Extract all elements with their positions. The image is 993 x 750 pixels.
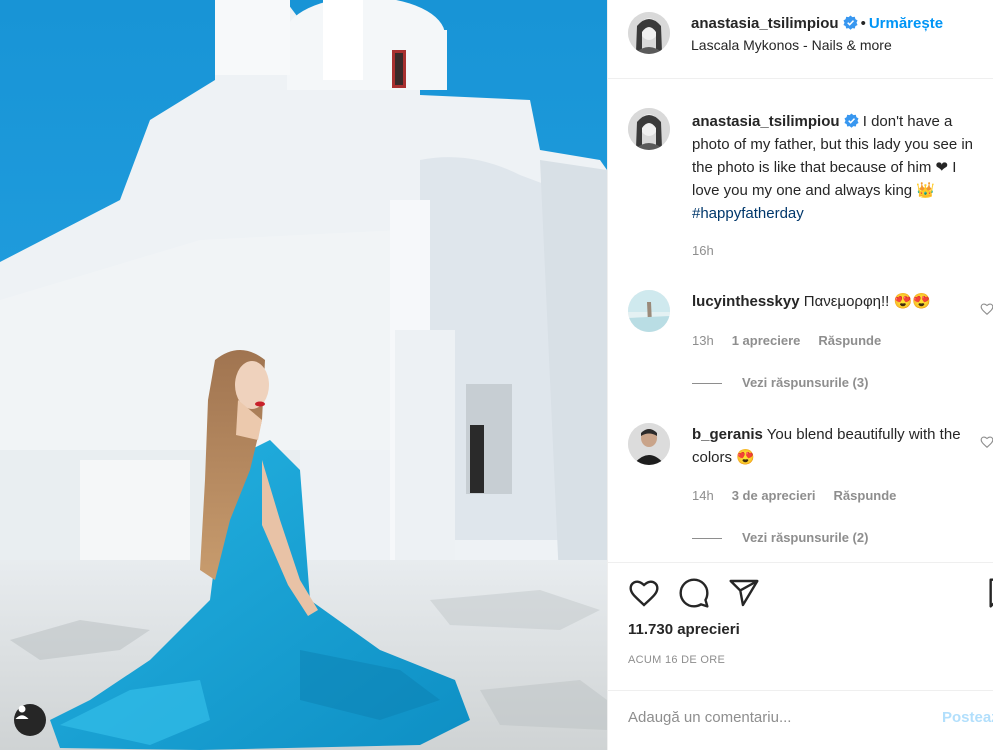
caption-time[interactable]: 16h xyxy=(692,243,714,258)
comment-body: Πανεμορφη!! 😍😍 xyxy=(803,293,931,310)
comment-username[interactable]: b_geranis xyxy=(692,426,763,443)
post-header: anastasia_tsilimpiou • Urmărește Lascala M… xyxy=(608,0,993,79)
comment-meta: 13h 1 apreciere Răspunde xyxy=(692,333,899,348)
heart-icon[interactable] xyxy=(980,435,993,449)
replies-line xyxy=(692,538,722,540)
replies-line xyxy=(692,383,722,385)
reply-button[interactable]: Răspunde xyxy=(818,333,881,348)
posted-time[interactable]: ACUM 16 DE ORE xyxy=(628,654,725,666)
comment-time[interactable]: 14h xyxy=(692,488,714,503)
caption-hashtag[interactable]: #happyfatherday xyxy=(692,205,804,222)
caption-username[interactable]: anastasia_tsilimpiou xyxy=(692,113,840,130)
post-location[interactable]: Lascala Mykonos - Nails & more xyxy=(691,37,892,53)
user-tag-icon xyxy=(15,705,29,719)
comment-icon[interactable] xyxy=(678,577,710,609)
likes-count[interactable]: 11.730 aprecieri xyxy=(628,621,740,638)
comment-text: b_geranis You blend beautifully with the… xyxy=(692,423,962,469)
comment-input[interactable]: Adaugă un comentariu... xyxy=(628,709,791,726)
share-icon[interactable] xyxy=(728,577,760,609)
comment-username[interactable]: lucyinthesskyy xyxy=(692,293,800,310)
comment-time[interactable]: 13h xyxy=(692,333,714,348)
post-photo[interactable] xyxy=(0,0,607,750)
tagged-users-button[interactable] xyxy=(14,704,46,736)
comment-avatar[interactable] xyxy=(628,290,670,332)
comment-avatar-image xyxy=(628,290,670,332)
post-comment-button[interactable]: Postează xyxy=(942,709,993,726)
comment-meta: 14h 3 de aprecieri Răspunde xyxy=(692,488,914,503)
post-sidebar: anastasia_tsilimpiou • Urmărește Lascala M… xyxy=(607,0,993,750)
view-replies-label: Vezi răspunsurile (2) xyxy=(742,530,869,545)
comment-likes[interactable]: 3 de aprecieri xyxy=(732,488,816,503)
view-replies-button[interactable]: Vezi răspunsurile (2) xyxy=(692,530,868,545)
separator-dot: • xyxy=(860,15,866,32)
follow-button[interactable]: Urmărește xyxy=(869,15,943,32)
add-comment-bar: Adaugă un comentariu... Postează xyxy=(608,690,993,750)
heart-icon[interactable] xyxy=(980,302,993,316)
view-replies-label: Vezi răspunsurile (3) xyxy=(742,375,869,390)
verified-badge-icon xyxy=(843,15,858,30)
comment-avatar[interactable] xyxy=(628,423,670,465)
comment-text: lucyinthesskyy Πανεμορφη!! 😍😍 xyxy=(692,290,962,313)
photo-illustration xyxy=(0,0,607,750)
post-actions: 11.730 aprecieri ACUM 16 DE ORE xyxy=(608,562,993,703)
reply-button[interactable]: Răspunde xyxy=(834,488,897,503)
verified-badge-icon xyxy=(844,113,859,128)
header-user-line: anastasia_tsilimpiou • Urmărește xyxy=(691,15,943,32)
author-avatar[interactable] xyxy=(628,12,670,54)
heart-icon[interactable] xyxy=(628,577,660,609)
caption-text: anastasia_tsilimpiou I don't have a phot… xyxy=(692,110,988,225)
caption-avatar-image xyxy=(628,108,670,150)
caption-avatar[interactable] xyxy=(628,108,670,150)
view-replies-button[interactable]: Vezi răspunsurile (3) xyxy=(692,375,868,390)
author-username[interactable]: anastasia_tsilimpiou xyxy=(691,15,839,32)
comment-avatar-image xyxy=(628,423,670,465)
author-avatar-image xyxy=(628,12,670,54)
comment-likes[interactable]: 1 apreciere xyxy=(732,333,801,348)
bookmark-icon[interactable] xyxy=(984,577,993,609)
